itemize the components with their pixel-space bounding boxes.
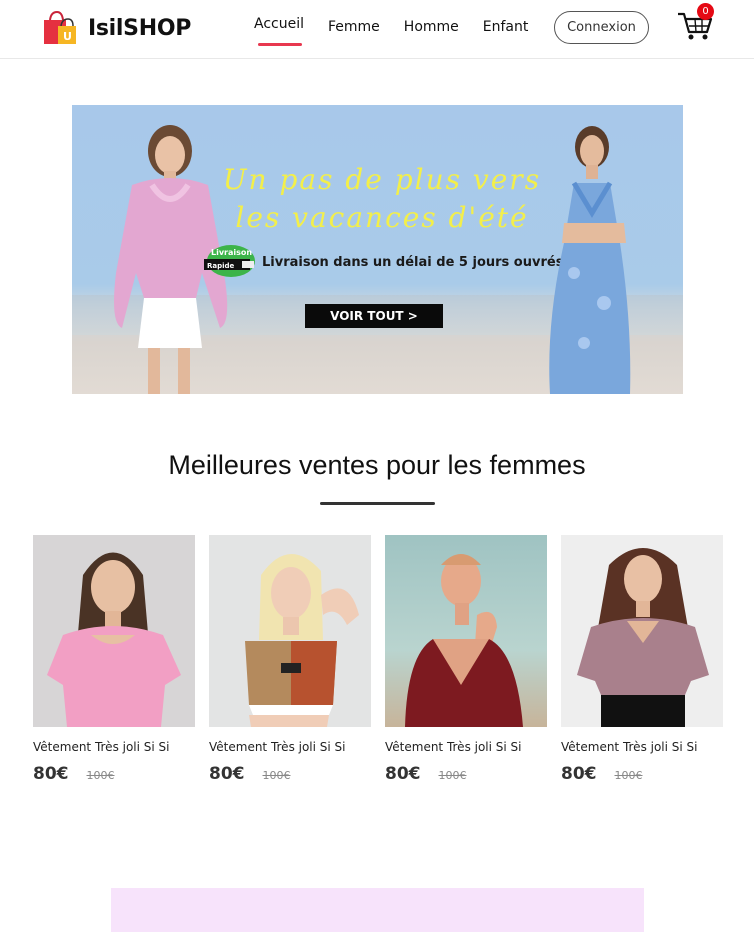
banner-headline: Un pas de plus vers les vacances d'été: [222, 161, 542, 237]
nav-item-accueil[interactable]: Accueil: [254, 16, 304, 46]
model-right-image: [549, 126, 631, 394]
product-card[interactable]: Vêtement Très joli Si Si 80€ 100€: [33, 535, 195, 784]
product-image: [209, 535, 371, 727]
nav-label: Homme: [403, 19, 459, 35]
product-price: 80€: [209, 764, 245, 784]
product-image: [33, 535, 195, 727]
product-price: 80€: [385, 764, 421, 784]
product-name: Vêtement Très joli Si Si: [561, 740, 698, 754]
product-prices: 80€ 100€: [561, 764, 723, 784]
product-name: Vêtement Très joli Si Si: [33, 740, 170, 754]
product-name: Vêtement Très joli Si Si: [385, 740, 522, 754]
hero-banner[interactable]: Un pas de plus vers les vacances d'été L…: [72, 105, 683, 394]
product-old-price: 100€: [438, 769, 467, 782]
product-prices: 80€ 100€: [385, 764, 547, 784]
badge-line-2: Rapide: [207, 262, 235, 270]
active-nav-underline: [258, 43, 302, 46]
cart-count-badge: 0: [697, 3, 714, 20]
product-price: 80€: [561, 764, 597, 784]
headline-line-2: les vacances d'été: [235, 201, 529, 234]
product-prices: 80€ 100€: [33, 764, 195, 784]
product-image: [385, 535, 547, 727]
product-image: [561, 535, 723, 727]
product-old-price: 100€: [86, 769, 115, 782]
nav-label: Femme: [328, 19, 380, 35]
headline-line-1: Un pas de plus vers: [222, 163, 542, 196]
nav-item-homme[interactable]: Homme: [404, 19, 459, 43]
product-price: 80€: [33, 764, 69, 784]
nav-item-femme[interactable]: Femme: [328, 19, 380, 43]
brand-name: IsilSHOP: [88, 15, 192, 41]
see-all-button[interactable]: VOIR TOUT >: [305, 304, 443, 328]
fast-delivery-badge: Livraison Rapide: [204, 239, 258, 279]
section-title: Meilleures ventes pour les femmes: [168, 450, 586, 480]
product-card[interactable]: Vêtement Très joli Si Si 80€ 100€: [561, 535, 723, 784]
product-old-price: 100€: [614, 769, 643, 782]
logo-letter: U: [63, 30, 72, 43]
brand-logo[interactable]: U IsilSHOP: [42, 10, 191, 46]
product-grid: Vêtement Très joli Si Si 80€ 100€ Vêteme…: [33, 535, 733, 795]
product-card[interactable]: Vêtement Très joli Si Si 80€ 100€: [385, 535, 547, 784]
delivery-text: Livraison dans un délai de 5 jours ouvré…: [262, 255, 564, 270]
nav-label: Enfant: [482, 19, 529, 35]
shopping-bag-logo-icon: U: [42, 10, 78, 46]
login-button[interactable]: Connexion: [554, 11, 649, 44]
product-card[interactable]: Vêtement Très joli Si Si 80€ 100€: [209, 535, 371, 784]
badge-line-1: Livraison: [211, 248, 252, 257]
nav-label: Accueil: [254, 16, 304, 32]
product-old-price: 100€: [262, 769, 291, 782]
product-prices: 80€ 100€: [209, 764, 371, 784]
nav-item-enfant[interactable]: Enfant: [483, 19, 529, 43]
section-title-underline: [320, 502, 435, 505]
promo-strip: [111, 888, 644, 932]
site-header: U IsilSHOP Accueil Femme Homme Enfant Co…: [0, 0, 754, 59]
main-nav: Accueil Femme Homme Enfant: [254, 16, 552, 46]
product-name: Vêtement Très joli Si Si: [209, 740, 346, 754]
